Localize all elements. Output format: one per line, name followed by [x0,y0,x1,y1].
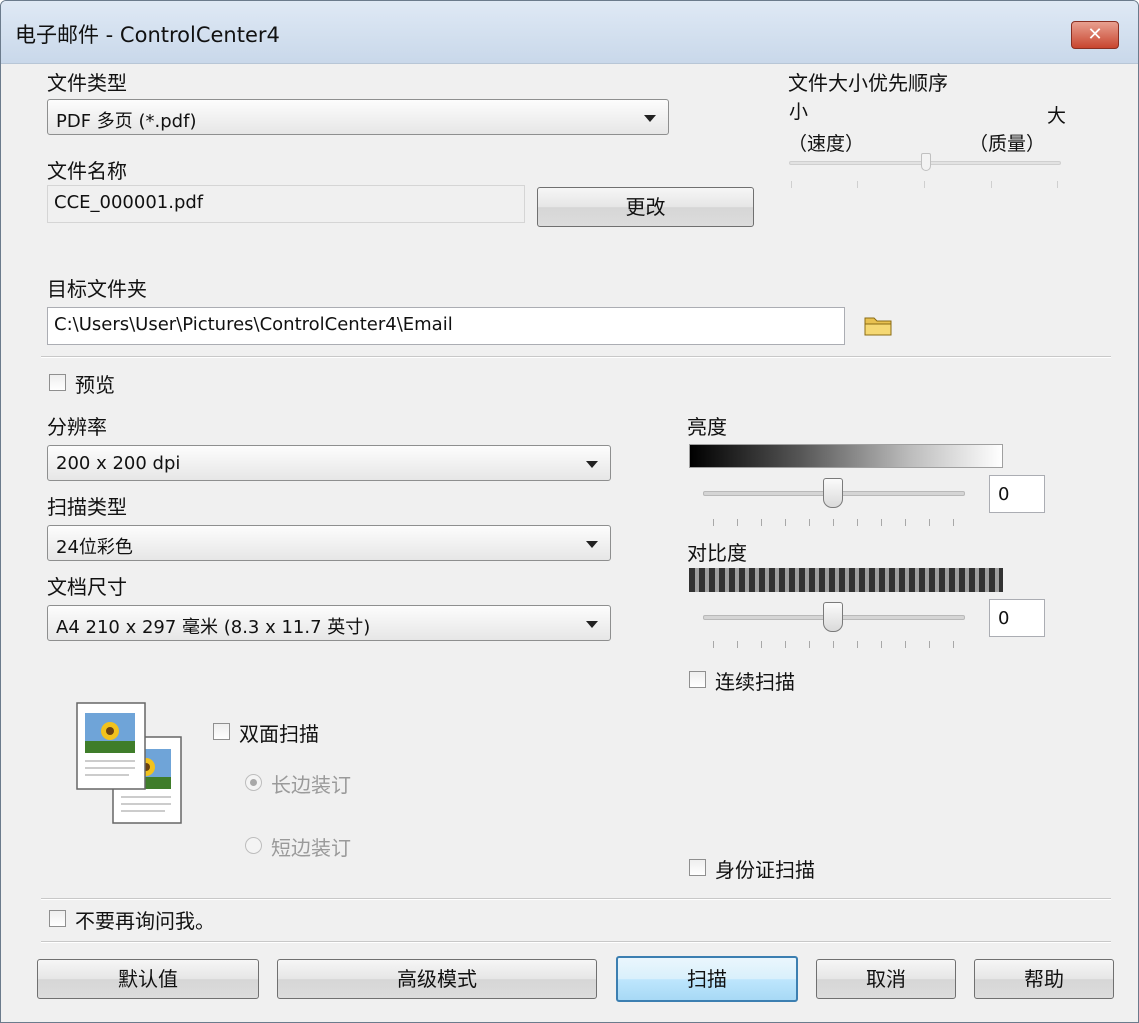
change-button[interactable]: 更改 [537,187,754,227]
chevron-down-icon [586,541,598,548]
preview-label: 预览 [75,373,115,397]
separator-middle [41,898,1111,900]
close-icon: ✕ [1087,24,1103,45]
brightness-slider-thumb[interactable] [823,478,843,508]
dialog-window: 电子邮件 - ControlCenter4 ✕ 文件类型 PDF 多页 (*.p… [0,0,1139,1023]
file-type-value: PDF 多页 (*.pdf) [56,111,197,132]
size-priority-thumb[interactable] [921,153,931,171]
cancel-button[interactable]: 取消 [816,959,956,999]
size-large-label: 大 [1047,105,1067,127]
brightness-label: 亮度 [687,415,727,439]
brightness-value-field[interactable]: 0 [989,475,1045,513]
file-name-label: 文件名称 [47,159,127,183]
contrast-slider-thumb[interactable] [823,602,843,632]
scan-type-select[interactable]: 24位彩色 [47,525,611,561]
contrast-label: 对比度 [687,541,747,565]
continuous-scan-checkbox[interactable] [689,671,706,688]
document-size-label: 文档尺寸 [47,575,127,599]
size-speed-label: （速度） [788,133,865,155]
duplex-scan-label: 双面扫描 [239,722,319,746]
id-card-scan-label: 身份证扫描 [715,858,815,882]
preview-checkbox[interactable] [49,374,66,391]
brightness-value: 0 [998,484,1010,505]
size-priority-label: 文件大小优先顺序 [788,71,948,95]
scan-type-label: 扫描类型 [47,495,127,519]
file-type-select[interactable]: PDF 多页 (*.pdf) [47,99,669,135]
long-edge-radio[interactable] [245,774,262,791]
scan-type-value: 24位彩色 [56,537,133,558]
document-size-select[interactable]: A4 210 x 297 毫米 (8.3 x 11.7 英寸) [47,605,611,641]
long-edge-label: 长边装订 [271,773,351,797]
resolution-select[interactable]: 200 x 200 dpi [47,445,611,481]
size-small-label: 小 [789,101,809,123]
id-card-scan-checkbox[interactable] [689,859,706,876]
size-priority-ticks [789,181,1059,189]
folder-icon[interactable] [863,312,895,338]
resolution-value: 200 x 200 dpi [56,453,181,474]
scan-button[interactable]: 扫描 [616,956,798,1002]
separator-top [41,356,1111,358]
document-size-value: A4 210 x 297 毫米 (8.3 x 11.7 英寸) [56,617,371,638]
duplex-pages-icon [75,701,185,827]
chevron-down-icon [644,115,656,122]
contrast-value: 0 [998,608,1010,629]
dont-ask-label: 不要再询问我。 [75,909,215,933]
target-folder-field[interactable]: C:\Users\User\Pictures\ControlCenter4\Em… [47,307,845,345]
help-button[interactable]: 帮助 [974,959,1114,999]
short-edge-radio[interactable] [245,837,262,854]
size-quality-label: （质量） [969,133,1046,155]
advanced-mode-button[interactable]: 高级模式 [277,959,597,999]
target-folder-value: C:\Users\User\Pictures\ControlCenter4\Em… [54,314,453,335]
target-folder-label: 目标文件夹 [47,277,147,301]
short-edge-label: 短边装订 [271,836,351,860]
window-title: 电子邮件 - ControlCenter4 [15,23,280,47]
close-button[interactable]: ✕ [1071,21,1119,49]
contrast-value-field[interactable]: 0 [989,599,1045,637]
chevron-down-icon [586,461,598,468]
brightness-gradient [689,444,1003,468]
resolution-label: 分辨率 [47,415,107,439]
chevron-down-icon [586,621,598,628]
file-name-value: CCE_000001.pdf [54,192,204,213]
continuous-scan-label: 连续扫描 [715,670,795,694]
duplex-scan-checkbox[interactable] [213,723,230,740]
default-values-button[interactable]: 默认值 [37,959,259,999]
brightness-ticks [713,519,963,527]
file-name-field: CCE_000001.pdf [47,185,525,223]
separator-bottom [41,941,1111,943]
contrast-pattern [689,568,1003,592]
file-type-label: 文件类型 [47,71,127,95]
contrast-ticks [713,641,963,649]
title-bar[interactable]: 电子邮件 - ControlCenter4 ✕ [1,1,1138,64]
dont-ask-checkbox[interactable] [49,910,66,927]
